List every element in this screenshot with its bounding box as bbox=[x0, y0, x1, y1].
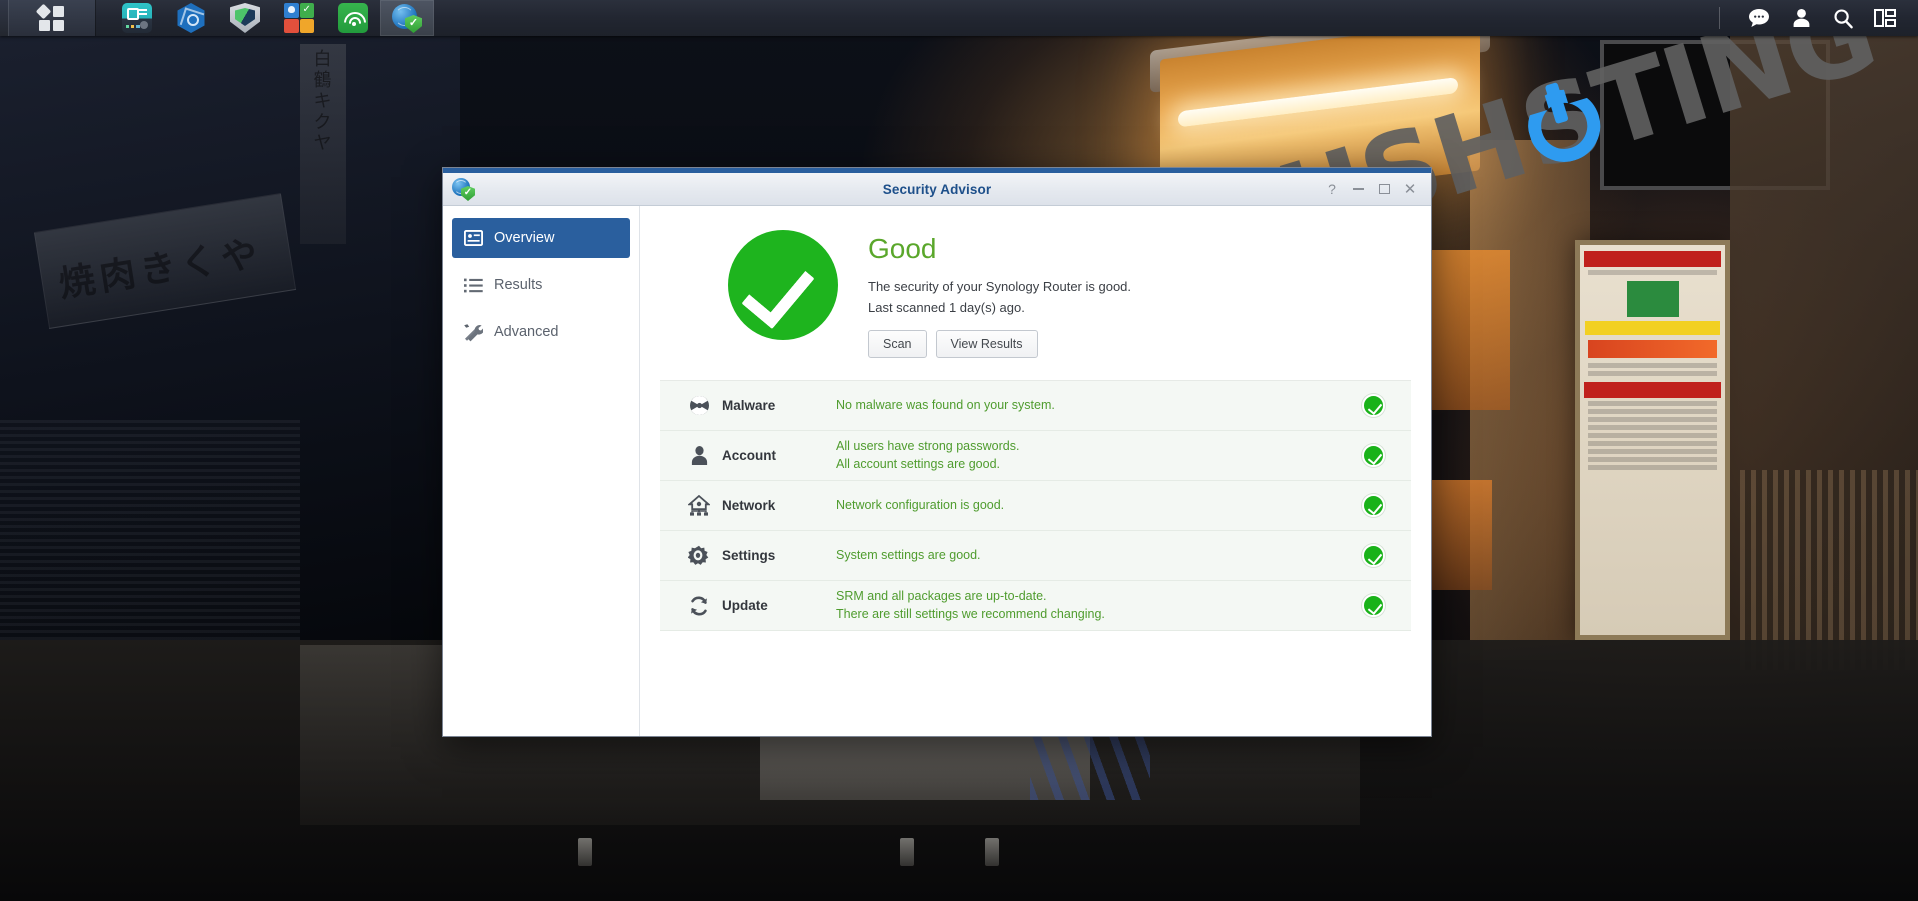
wallpaper-can bbox=[900, 838, 914, 866]
sidebar-item-overview[interactable]: Overview bbox=[452, 218, 630, 258]
status-badge bbox=[1351, 494, 1385, 518]
results-table: Malware No malware was found on your sys… bbox=[660, 380, 1411, 632]
scan-button[interactable]: Scan bbox=[868, 330, 927, 359]
window-title-bar[interactable]: Security Advisor ? ✕ bbox=[443, 173, 1431, 206]
check-circle-icon bbox=[1362, 394, 1385, 418]
search-icon[interactable] bbox=[1824, 0, 1862, 36]
taskbar-item-control-panel-app[interactable] bbox=[272, 0, 326, 36]
result-message: All users have strong passwords. bbox=[836, 439, 1020, 454]
notifications-icon[interactable] bbox=[1740, 0, 1778, 36]
sidebar-item-advanced[interactable]: Advanced bbox=[452, 312, 630, 352]
check-circle-icon bbox=[1362, 444, 1385, 468]
malware-icon bbox=[682, 395, 716, 416]
list-icon bbox=[463, 275, 483, 295]
taskbar-item-security-advisor-app[interactable] bbox=[380, 0, 434, 36]
result-category: Malware bbox=[722, 398, 776, 414]
security-advisor-window: Security Advisor ? ✕ Overview Results bbox=[442, 167, 1432, 737]
security-advisor-icon bbox=[452, 178, 475, 201]
account-icon bbox=[682, 445, 716, 466]
result-category: Update bbox=[722, 598, 768, 614]
table-row[interactable]: Account All users have strong passwords.… bbox=[660, 431, 1411, 482]
taskbar-item-threat-prevention-app[interactable] bbox=[218, 0, 272, 36]
user-account-icon[interactable] bbox=[1782, 0, 1820, 36]
wallpaper-left-shutter bbox=[0, 420, 300, 640]
result-message: Network configuration is good. bbox=[836, 498, 1005, 513]
taskbar-tray bbox=[1719, 0, 1918, 36]
router-icon bbox=[122, 3, 152, 33]
taskbar-item-router-app[interactable] bbox=[110, 0, 164, 36]
status-badge bbox=[1351, 544, 1385, 568]
close-button[interactable]: ✕ bbox=[1397, 176, 1423, 202]
wallpaper-parking-notice-board bbox=[1575, 240, 1730, 640]
security-advisor-icon bbox=[392, 3, 422, 33]
grid-menu-icon bbox=[35, 3, 66, 32]
taskbar-item-wifi-connect-app[interactable] bbox=[326, 0, 380, 36]
taskbar-spacer bbox=[434, 0, 1719, 36]
table-row[interactable]: Malware No malware was found on your sys… bbox=[660, 381, 1411, 432]
window-controls: ? ✕ bbox=[1319, 176, 1431, 202]
status-badge bbox=[1351, 594, 1385, 618]
sidebar-item-label: Results bbox=[494, 277, 543, 293]
result-category: Settings bbox=[722, 548, 776, 564]
status-description: The security of your Synology Router is … bbox=[868, 278, 1132, 294]
status-headline: Good bbox=[868, 233, 937, 264]
status-check-icon bbox=[728, 230, 838, 340]
hexagon-network-icon bbox=[177, 3, 205, 33]
check-circle-icon bbox=[1362, 544, 1385, 568]
sidebar-item-results[interactable]: Results bbox=[452, 265, 630, 305]
wallpaper-vertical-banner: 白鶴キクヤ bbox=[300, 44, 346, 244]
check-circle-icon bbox=[1362, 594, 1385, 618]
sidebar: Overview Results Advanced bbox=[443, 206, 640, 736]
taskbar-item-network-center-app[interactable] bbox=[164, 0, 218, 36]
taskbar-app-list bbox=[96, 0, 434, 36]
result-category: Account bbox=[722, 448, 776, 464]
tools-icon bbox=[463, 322, 483, 342]
result-messages: System settings are good. bbox=[836, 547, 1351, 565]
result-messages: SRM and all packages are up-to-date. The… bbox=[836, 588, 1351, 624]
window-title: Security Advisor bbox=[882, 181, 992, 197]
result-message: There are still settings we recommend ch… bbox=[836, 606, 1105, 621]
result-category: Network bbox=[722, 498, 776, 514]
status-badge bbox=[1351, 444, 1385, 468]
widgets-icon[interactable] bbox=[1866, 0, 1904, 36]
settings-gear-icon bbox=[682, 545, 716, 567]
result-message: No malware was found on your system. bbox=[836, 398, 1055, 413]
update-refresh-icon bbox=[682, 595, 716, 617]
wallpaper-can bbox=[578, 838, 592, 866]
result-message: All account settings are good. bbox=[836, 456, 1000, 471]
overview-buttons: Scan View Results bbox=[868, 330, 1131, 359]
result-message: System settings are good. bbox=[836, 548, 981, 563]
control-panel-icon bbox=[284, 3, 314, 33]
window-body: Overview Results Advanced Good The secur… bbox=[443, 206, 1431, 736]
minimize-button[interactable] bbox=[1345, 176, 1371, 202]
result-messages: All users have strong passwords. All acc… bbox=[836, 438, 1351, 474]
main-content: Good The security of your Synology Route… bbox=[640, 206, 1431, 736]
sidebar-item-label: Overview bbox=[494, 230, 555, 246]
sidebar-item-label: Advanced bbox=[494, 324, 559, 340]
result-message: SRM and all packages are up-to-date. bbox=[836, 589, 1047, 604]
maximize-button[interactable] bbox=[1371, 176, 1397, 202]
check-circle-icon bbox=[1362, 494, 1385, 518]
help-button[interactable]: ? bbox=[1319, 176, 1345, 202]
taskbar-left-edge bbox=[0, 0, 8, 36]
last-scanned-text: Last scanned 1 day(s) ago. bbox=[868, 299, 1025, 315]
table-row[interactable]: Settings System settings are good. bbox=[660, 531, 1411, 582]
shield-map-icon bbox=[230, 3, 260, 33]
overview-status-text: Good The security of your Synology Route… bbox=[868, 230, 1132, 359]
result-messages: No malware was found on your system. bbox=[836, 397, 1351, 415]
network-icon bbox=[682, 494, 716, 517]
overview-hero: Good The security of your Synology Route… bbox=[660, 220, 1411, 359]
main-menu-button[interactable] bbox=[8, 0, 96, 36]
result-messages: Network configuration is good. bbox=[836, 497, 1351, 515]
table-row[interactable]: Network Network configuration is good. bbox=[660, 481, 1411, 532]
view-results-button[interactable]: View Results bbox=[935, 330, 1038, 359]
taskbar-divider bbox=[1719, 7, 1720, 29]
status-badge bbox=[1351, 394, 1385, 418]
wifi-icon bbox=[338, 3, 368, 33]
overview-card-icon bbox=[463, 228, 483, 248]
table-row[interactable]: Update SRM and all packages are up-to-da… bbox=[660, 581, 1411, 632]
wallpaper-can bbox=[985, 838, 999, 866]
desktop-taskbar bbox=[0, 0, 1918, 36]
